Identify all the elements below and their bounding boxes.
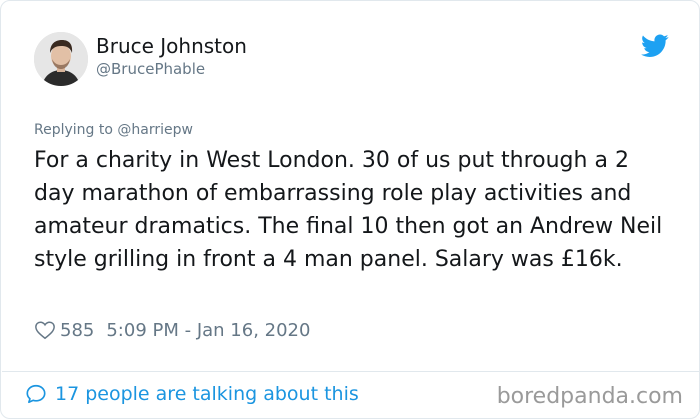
author-name[interactable]: Bruce Johnston xyxy=(96,34,247,58)
replying-to: Replying to @harriepw xyxy=(34,122,193,138)
divider xyxy=(2,371,699,372)
speech-bubble-icon xyxy=(26,384,46,404)
timestamp-link[interactable]: 5:09 PM - Jan 16, 2020 xyxy=(106,320,310,341)
avatar-photo xyxy=(34,32,88,86)
replying-prefix: Replying to xyxy=(34,122,118,138)
tweet-card: Bruce Johnston @BrucePhable Replying to … xyxy=(0,0,700,419)
twitter-bird-icon[interactable] xyxy=(641,34,669,58)
heart-icon[interactable] xyxy=(34,319,56,341)
author-handle[interactable]: @BrucePhable xyxy=(96,60,205,78)
avatar[interactable] xyxy=(34,32,88,86)
reply-mention-link[interactable]: @harriepw xyxy=(117,122,193,138)
tweet-text: For a charity in West London. 30 of us p… xyxy=(34,148,663,272)
watermark: boredpanda.com xyxy=(496,384,683,409)
like-count: 585 xyxy=(60,319,95,341)
tweet-meta: 585 5:09 PM - Jan 16, 2020 xyxy=(34,319,310,341)
conversation-label: 17 people are talking about this xyxy=(55,383,359,405)
conversation-link[interactable]: 17 people are talking about this xyxy=(25,383,359,405)
